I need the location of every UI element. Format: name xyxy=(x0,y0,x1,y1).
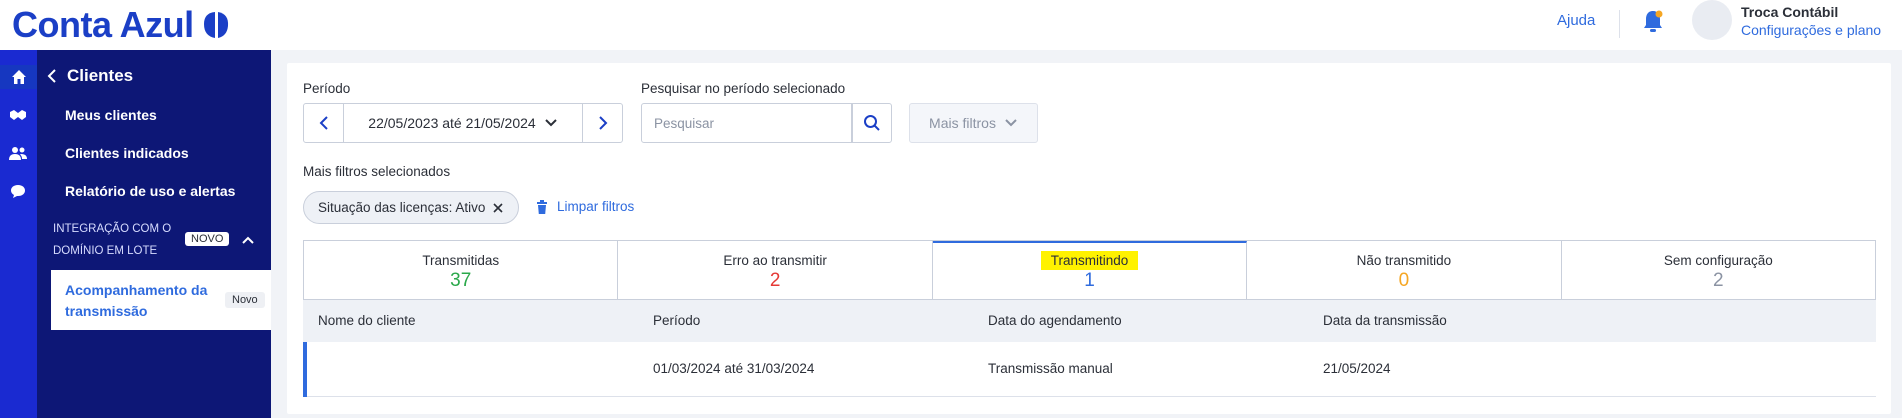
period-label: Período xyxy=(303,81,351,96)
column-header: Data do agendamento xyxy=(988,313,1122,328)
status-tabs: Transmitidas 37 Erro ao transmitir 2 Tra… xyxy=(303,240,1876,300)
tab-count: 37 xyxy=(450,270,472,291)
table-row[interactable]: 01/03/2024 até 31/03/2024 Transmissão ma… xyxy=(303,342,1876,397)
brand-mark-icon xyxy=(203,12,228,38)
sidebar-item-label: Acompanhamento da transmissão xyxy=(65,282,208,319)
bell-icon[interactable] xyxy=(1642,8,1664,34)
next-period-button[interactable] xyxy=(582,104,622,142)
previous-period-button[interactable] xyxy=(304,104,344,142)
sidebar-back[interactable]: Clientes xyxy=(47,66,133,86)
divider xyxy=(1619,10,1620,38)
sidebar-item-meus-clientes[interactable]: Meus clientes xyxy=(65,107,157,123)
column-header: Nome do cliente xyxy=(318,313,416,328)
chevron-down-icon xyxy=(1005,119,1017,127)
row-indicator xyxy=(303,342,307,397)
tab-erro[interactable]: Erro ao transmitir 2 xyxy=(618,241,933,299)
chevron-right-icon xyxy=(598,116,607,130)
tab-nao-transmitido[interactable]: Não transmitido 0 xyxy=(1247,241,1562,299)
sidebar: Clientes Meus clientes Clientes indicado… xyxy=(37,50,271,418)
home-icon[interactable] xyxy=(0,65,37,89)
table-header: Nome do cliente Período Data do agendame… xyxy=(303,300,1876,342)
filter-chip[interactable]: Situação das licenças: Ativo xyxy=(303,191,520,224)
sidebar-section-title[interactable]: INTEGRAÇÃO COM O DOMÍNIO EM LOTE xyxy=(53,218,183,262)
column-header: Data da transmissão xyxy=(1323,313,1447,328)
help-link[interactable]: Ajuda xyxy=(1557,12,1595,29)
sidebar-item-acompanhamento[interactable]: Acompanhamento da transmissão Novo xyxy=(51,270,271,330)
handshake-icon[interactable] xyxy=(6,103,30,127)
more-filters-button[interactable]: Mais filtros xyxy=(909,103,1038,143)
tab-count: 2 xyxy=(1713,270,1724,291)
filter-chip-label: Situação das licenças: Ativo xyxy=(318,200,486,215)
new-badge: Novo xyxy=(225,292,265,308)
search-button[interactable] xyxy=(852,103,892,143)
period-value: 22/05/2023 até 21/05/2024 xyxy=(368,115,536,131)
tab-label: Não transmitido xyxy=(1356,253,1452,268)
cell-transmission-date: 21/05/2024 xyxy=(1323,361,1391,376)
chat-icon[interactable] xyxy=(6,179,30,203)
period-picker: 22/05/2023 até 21/05/2024 xyxy=(303,103,623,143)
tab-transmitindo[interactable]: Transmitindo 1 xyxy=(932,241,1248,299)
column-header: Período xyxy=(653,313,701,328)
tab-label: Transmitindo xyxy=(1040,251,1139,270)
clear-filters-label: Limpar filtros xyxy=(557,199,635,214)
tab-label: Erro ao transmitir xyxy=(723,253,827,268)
sidebar-item-relatorio[interactable]: Relatório de uso e alertas xyxy=(65,183,235,199)
chevron-up-icon[interactable] xyxy=(241,234,255,246)
tab-label: Sem configuração xyxy=(1663,253,1773,268)
top-bar: Conta Azul Ajuda Troca Contábil Configur… xyxy=(0,0,1902,50)
icon-rail xyxy=(0,50,37,418)
trash-icon xyxy=(537,199,547,214)
avatar[interactable] xyxy=(1692,0,1732,40)
search-input[interactable] xyxy=(641,103,852,143)
period-select[interactable]: 22/05/2023 até 21/05/2024 xyxy=(344,104,582,142)
tab-count: 0 xyxy=(1398,270,1410,291)
tab-count: 2 xyxy=(769,270,781,291)
close-icon[interactable] xyxy=(492,202,504,214)
new-badge: NOVO xyxy=(185,232,230,246)
cell-schedule: Transmissão manual xyxy=(988,361,1113,376)
selected-filters-label: Mais filtros selecionados xyxy=(303,164,451,179)
clear-filters-button[interactable]: Limpar filtros xyxy=(536,199,634,214)
main-card: Período 22/05/2023 até 21/05/2024 Pesqui… xyxy=(287,63,1891,414)
account-settings-link[interactable]: Configurações e plano xyxy=(1741,22,1881,38)
sidebar-item-clientes-indicados[interactable]: Clientes indicados xyxy=(65,145,189,161)
search-label: Pesquisar no período selecionado xyxy=(641,81,846,96)
tab-count: 1 xyxy=(1084,270,1095,291)
tab-transmitidas[interactable]: Transmitidas 37 xyxy=(304,241,619,299)
search-icon xyxy=(864,115,880,131)
sidebar-title: Clientes xyxy=(67,66,134,85)
users-icon[interactable] xyxy=(6,141,30,165)
chevron-left-icon xyxy=(319,116,328,130)
cell-period: 01/03/2024 até 31/03/2024 xyxy=(653,361,815,376)
brand-logo[interactable]: Conta Azul xyxy=(12,4,230,46)
tab-sem-configuracao[interactable]: Sem configuração 2 xyxy=(1562,241,1875,299)
brand-name: Conta Azul xyxy=(12,4,194,45)
company-name: Troca Contábil xyxy=(1741,4,1839,20)
tab-label: Transmitidas xyxy=(422,253,500,268)
more-filters-label: Mais filtros xyxy=(929,115,996,131)
chevron-left-icon xyxy=(47,69,56,83)
chevron-down-icon xyxy=(544,119,557,127)
